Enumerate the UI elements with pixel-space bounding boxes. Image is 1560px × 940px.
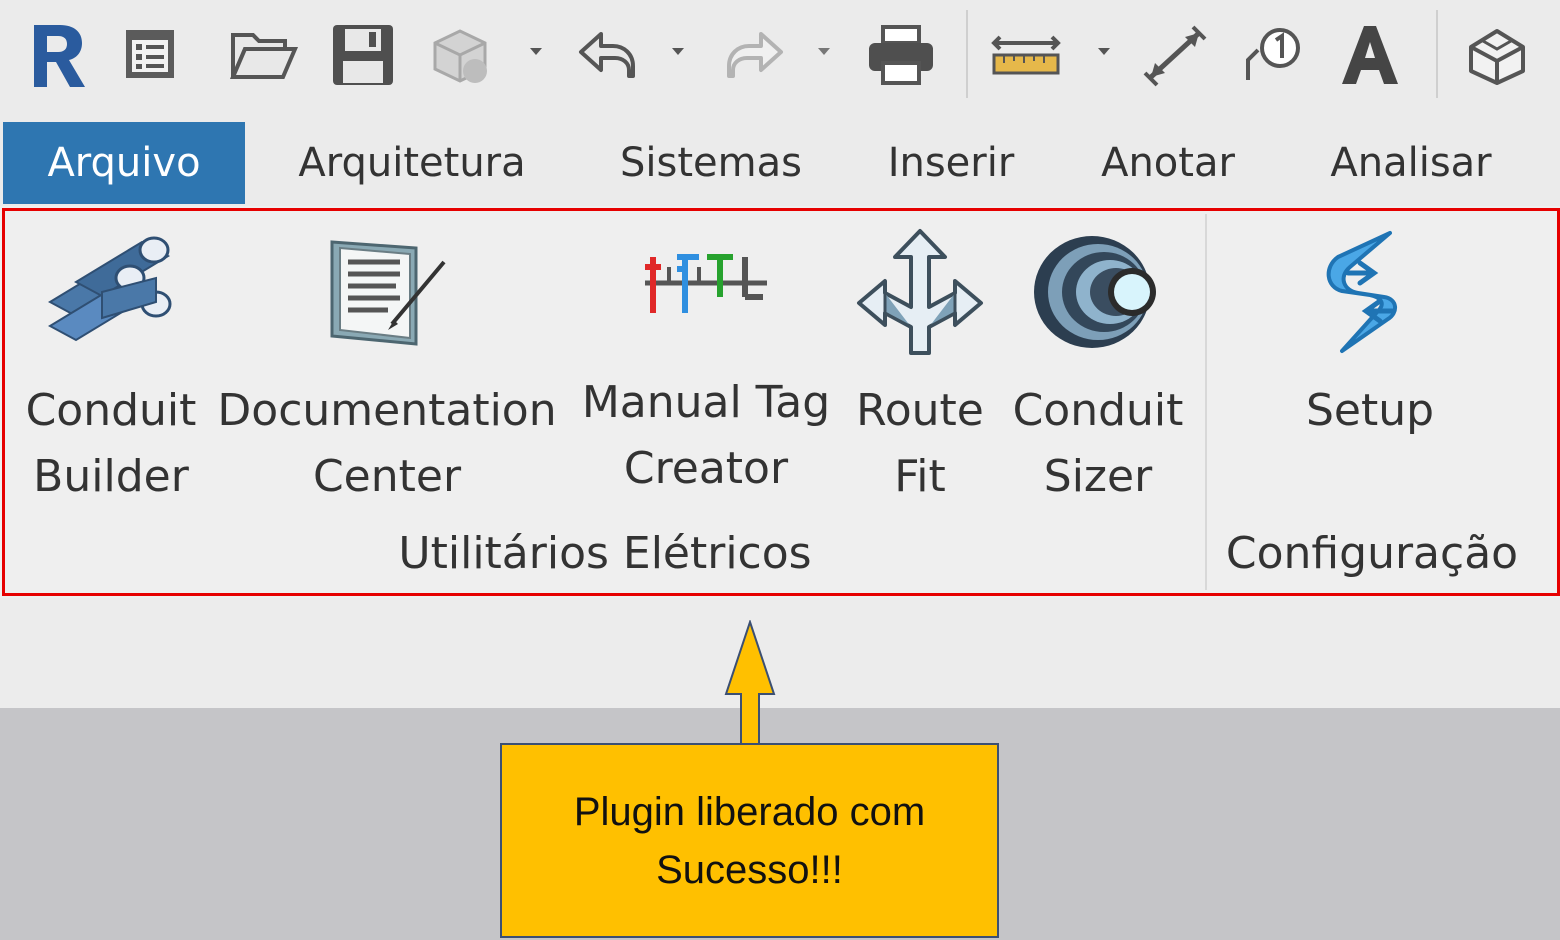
tab-arquivo[interactable]: Arquivo xyxy=(3,122,245,204)
tab-anotar[interactable]: Anotar xyxy=(1078,122,1258,204)
conduit-builder-label: Conduit Builder xyxy=(25,385,197,502)
conduits-icon xyxy=(46,232,176,352)
manual-tag-creator-button[interactable]: Manual Tag Creator xyxy=(580,232,832,502)
text-icon[interactable] xyxy=(1336,20,1404,90)
toolbar-separator xyxy=(1436,10,1438,98)
tab-sistemas[interactable]: Sistemas xyxy=(596,122,826,204)
documentation-center-label: Documentation Center xyxy=(217,385,557,502)
redo-icon[interactable] xyxy=(722,26,788,82)
setup-label: Setup xyxy=(1305,385,1435,436)
undo-icon[interactable] xyxy=(574,26,640,82)
save-icon[interactable] xyxy=(330,22,396,88)
tab-analisar[interactable]: Analisar xyxy=(1306,122,1516,204)
3d-view-icon[interactable] xyxy=(1462,22,1532,88)
conduit-sizer-icon xyxy=(1032,232,1164,352)
route-fit-label: Route Fit xyxy=(856,385,984,502)
ribbon-tab-bar: Arquivo Arquitetura Sistemas Inserir Ano… xyxy=(0,122,1560,206)
undo-dropdown-icon[interactable] xyxy=(672,48,684,55)
open-folder-icon[interactable] xyxy=(228,26,300,84)
manual-tag-creator-label: Manual Tag Creator xyxy=(581,377,831,494)
panel-separator xyxy=(1205,214,1207,590)
conduit-sizer-label: Conduit Sizer xyxy=(1012,385,1184,502)
panel-label-configuracao: Configuração xyxy=(1225,528,1519,579)
quick-access-toolbar xyxy=(0,0,1560,122)
tag-creator-icon xyxy=(641,232,771,344)
toolbar-separator xyxy=(966,10,968,98)
document-icon xyxy=(322,232,452,352)
route-fit-button[interactable]: Route Fit xyxy=(850,229,990,502)
measure-icon[interactable] xyxy=(990,30,1062,80)
sync-dropdown-icon[interactable] xyxy=(530,48,542,55)
sync-icon[interactable] xyxy=(424,22,496,88)
info-icon[interactable] xyxy=(120,24,180,84)
conduit-sizer-button[interactable]: Conduit Sizer xyxy=(1010,232,1186,502)
revit-logo-icon[interactable] xyxy=(22,18,92,92)
tab-arquitetura[interactable]: Arquitetura xyxy=(272,122,552,204)
callout-text: Plugin liberado com Sucesso!!! xyxy=(573,789,926,892)
ribbon-bottom-band xyxy=(0,598,1560,708)
documentation-center-button[interactable]: Documentation Center xyxy=(217,232,557,502)
setup-icon xyxy=(1320,231,1420,353)
measure-dropdown-icon[interactable] xyxy=(1098,48,1110,55)
route-arrows-icon xyxy=(855,229,985,355)
tag-icon[interactable] xyxy=(1240,24,1304,84)
callout-arrow xyxy=(724,618,776,750)
print-icon[interactable] xyxy=(864,22,938,88)
aligned-dimension-icon[interactable] xyxy=(1140,22,1210,88)
setup-button[interactable]: Setup xyxy=(1290,231,1450,502)
panel-label-utilitarios: Utilitários Elétricos xyxy=(398,528,812,579)
redo-dropdown-icon[interactable] xyxy=(818,48,830,55)
tab-inserir[interactable]: Inserir xyxy=(868,122,1034,204)
success-callout: Plugin liberado com Sucesso!!! xyxy=(500,743,999,938)
conduit-builder-button[interactable]: Conduit Builder xyxy=(22,232,200,502)
